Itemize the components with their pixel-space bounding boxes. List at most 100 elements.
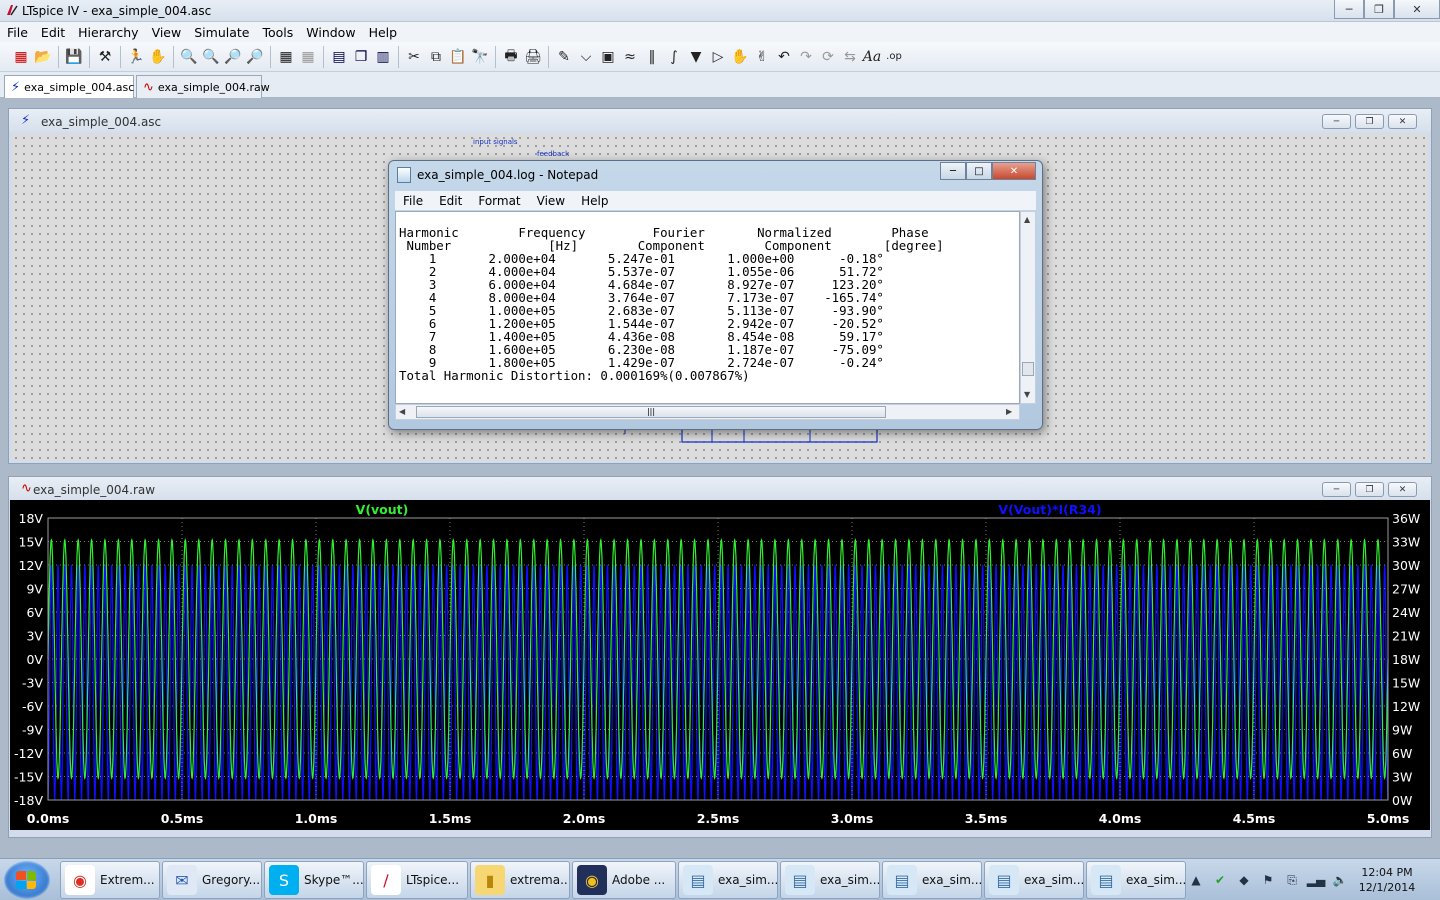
waveform-plot[interactable]: 0.0ms 0.5ms 1.0ms 1.5ms 2.0ms 2.5ms 3.0ms 3.5ms… xyxy=(10,500,1430,830)
schematic-label: feedback xyxy=(537,150,570,158)
menu-simulate[interactable]: Simulate xyxy=(187,25,255,40)
restore-button[interactable]: ❐ xyxy=(1364,0,1394,19)
print-icon[interactable]: 🖨 xyxy=(522,46,544,68)
tile-vertical-icon[interactable]: ▥ xyxy=(372,46,394,68)
taskbar-item[interactable]: ▮ extrema... xyxy=(470,861,570,899)
notepad-menu-help[interactable]: Help xyxy=(573,194,616,208)
zoom-in-icon[interactable]: 🔍 xyxy=(178,46,200,68)
taskbar-item[interactable]: ▤ exa_sim... xyxy=(1086,861,1186,899)
inductor-icon[interactable]: ∫ xyxy=(663,46,685,68)
close-button[interactable]: ✕ xyxy=(1394,0,1440,19)
restore-button[interactable]: ❐ xyxy=(1355,482,1384,497)
minimize-button[interactable]: ─ xyxy=(1322,114,1351,129)
notepad-icon xyxy=(397,167,411,183)
taskbar-item-label: exa_sim... xyxy=(820,873,880,887)
taskbar-item[interactable]: ◉ Extrem... xyxy=(60,861,160,899)
find-icon[interactable]: 🔭 xyxy=(469,46,491,68)
cascade-icon[interactable]: ❐ xyxy=(350,46,372,68)
y-left-tick-label: -18V xyxy=(14,793,43,808)
clock[interactable]: 12:04 PM 12/1/2014 xyxy=(1352,865,1422,895)
close-button[interactable]: ✕ xyxy=(1388,114,1417,129)
menu-help[interactable]: Help xyxy=(362,25,404,40)
show-hidden-icons-icon[interactable]: ▲ xyxy=(1184,873,1208,887)
copy-icon[interactable]: ⧉ xyxy=(425,46,447,68)
paste-icon[interactable]: 📋 xyxy=(447,46,469,68)
autorange-icon[interactable]: ▦ xyxy=(275,46,297,68)
network-signal-icon[interactable]: ▂▄ xyxy=(1304,873,1328,887)
control-panel-icon[interactable]: ⚒ xyxy=(94,46,116,68)
spice-directive-icon[interactable]: .op xyxy=(883,46,905,68)
ground-icon[interactable]: ⌵ xyxy=(575,46,597,68)
save-icon[interactable]: 💾 xyxy=(63,46,85,68)
diode-icon[interactable]: ▼ xyxy=(685,46,707,68)
minimize-button[interactable]: ─ xyxy=(940,162,966,180)
mirror-icon[interactable]: ⇆ xyxy=(839,46,861,68)
restore-button[interactable]: ❐ xyxy=(1355,114,1384,129)
maximize-button[interactable]: □ xyxy=(966,162,992,180)
tab-schematic[interactable]: ⚡ exa_simple_004.asc xyxy=(4,75,134,99)
taskbar-item[interactable]: ✉ Gregory... xyxy=(162,861,262,899)
taskbar-item[interactable]: ∕ LTspice... xyxy=(366,861,468,899)
taskbar-item[interactable]: S Skype™... xyxy=(264,861,364,899)
halt-icon[interactable]: ✋ xyxy=(147,46,169,68)
vertical-scrollbar[interactable]: ▲ ▼ xyxy=(1020,211,1036,404)
close-button[interactable]: ✕ xyxy=(1388,482,1417,497)
menu-window[interactable]: Window xyxy=(299,25,361,40)
taskbar-item[interactable]: ▤ exa_sim... xyxy=(882,861,982,899)
notepad-menu-file[interactable]: File xyxy=(395,194,431,208)
y-right-tick-label: 6W xyxy=(1392,746,1412,761)
taskbar-item[interactable]: ▤ exa_sim... xyxy=(780,861,880,899)
taskbar-item[interactable]: ▤ exa_sim... xyxy=(678,861,778,899)
capacitor-icon[interactable]: ‖ xyxy=(641,46,663,68)
scroll-thumb[interactable] xyxy=(1022,362,1034,376)
tile-horizontal-icon[interactable]: ▤ xyxy=(328,46,350,68)
notepad-menu-view[interactable]: View xyxy=(529,194,573,208)
notepad-menu-edit[interactable]: Edit xyxy=(431,194,470,208)
new-schematic-icon[interactable]: ▦ xyxy=(10,46,32,68)
label-net-icon[interactable]: ▣ xyxy=(597,46,619,68)
undo-icon[interactable]: ↶ xyxy=(773,46,795,68)
move-icon[interactable]: ✋ xyxy=(729,46,751,68)
component-icon[interactable]: ▷ xyxy=(707,46,729,68)
taskbar-item[interactable]: ◉ Adobe ... xyxy=(572,861,676,899)
x-tick-label: 2.5ms xyxy=(697,811,740,826)
action-center-flag-icon[interactable]: ⚑ xyxy=(1256,873,1280,887)
wire-icon[interactable]: ✎ xyxy=(553,46,575,68)
print-setup-icon[interactable]: 🖶 xyxy=(500,46,522,68)
redo-icon[interactable]: ↷ xyxy=(795,46,817,68)
run-icon[interactable]: 🏃 xyxy=(125,46,147,68)
start-button[interactable] xyxy=(4,861,50,899)
security-icon[interactable]: ✔ xyxy=(1208,873,1232,887)
scroll-down-arrow-icon[interactable]: ▼ xyxy=(1024,390,1030,399)
notepad-menu-format[interactable]: Format xyxy=(470,194,528,208)
cut-icon[interactable]: ✂ xyxy=(403,46,425,68)
usb-device-icon[interactable]: ⎘ xyxy=(1280,873,1304,888)
minimize-button[interactable]: ─ xyxy=(1334,0,1364,19)
menu-tools[interactable]: Tools xyxy=(255,25,299,40)
grid-icon[interactable]: ▦ xyxy=(297,46,319,68)
menu-view[interactable]: View xyxy=(145,25,188,40)
scroll-left-arrow-icon[interactable]: ◀ xyxy=(399,407,405,416)
zoom-fit-icon[interactable]: 🔎 xyxy=(244,46,266,68)
rotate-icon[interactable]: ⟳ xyxy=(817,46,839,68)
resistor-icon[interactable]: ≈ xyxy=(619,46,641,68)
network-device-icon[interactable]: ◆ xyxy=(1232,873,1256,887)
scroll-right-arrow-icon[interactable]: ▶ xyxy=(1006,407,1012,416)
minimize-button[interactable]: ─ xyxy=(1322,482,1351,497)
scroll-up-arrow-icon[interactable]: ▲ xyxy=(1024,215,1030,224)
notepad-text-area[interactable]: Harmonic Frequency Fourier Normalized Ph… xyxy=(395,211,1020,404)
volume-icon[interactable]: 🔈 xyxy=(1328,873,1352,887)
open-folder-icon[interactable]: 📂 xyxy=(32,46,54,68)
scroll-thumb[interactable]: ||| xyxy=(416,406,886,418)
close-button[interactable]: ✕ xyxy=(992,162,1036,180)
drag-icon[interactable]: ✌ xyxy=(751,46,773,68)
horizontal-scrollbar[interactable]: ◀ ||| ▶ xyxy=(395,404,1020,420)
zoom-out-icon[interactable]: 🔎 xyxy=(222,46,244,68)
pan-icon[interactable]: 🔍 xyxy=(200,46,222,68)
menu-edit[interactable]: Edit xyxy=(34,25,71,40)
tab-waveform[interactable]: ∿ exa_simple_004.raw xyxy=(136,75,270,98)
taskbar-item[interactable]: ▤ exa_sim... xyxy=(984,861,1084,899)
menu-file[interactable]: File xyxy=(0,25,34,40)
text-icon[interactable]: Aa xyxy=(861,46,883,68)
menu-hierarchy[interactable]: Hierarchy xyxy=(71,25,144,40)
